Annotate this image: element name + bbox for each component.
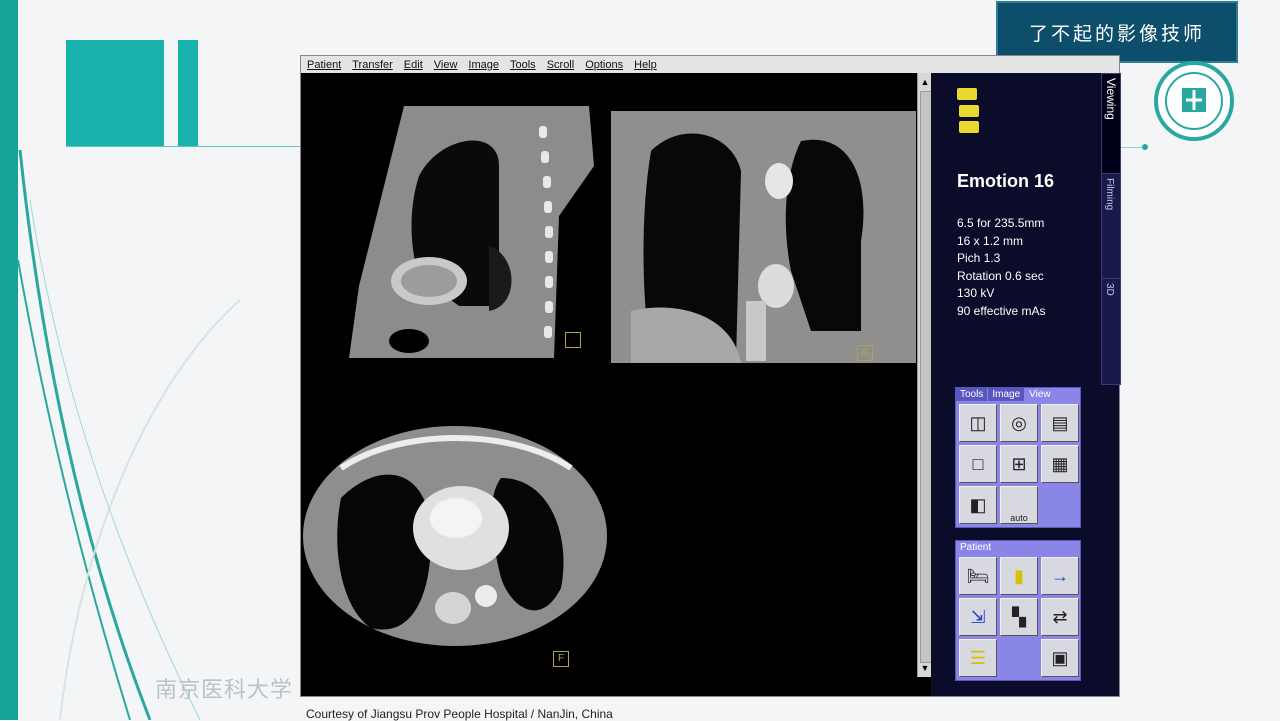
decor-dot-line [1120,147,1144,148]
viewport-coronal[interactable]: A [611,111,916,363]
menu-options[interactable]: Options [585,59,623,71]
list-icon: ☰ [969,647,987,668]
scan-param: 90 effective mAs [957,303,1046,318]
layout-1x1-button[interactable]: □ [959,445,997,483]
viewport-sagittal[interactable] [349,106,594,358]
checkerboard-button[interactable]: ▚ [1000,598,1038,636]
scan-param: 130 kV [957,286,995,301]
layout-1x2-icon: ◧ [969,494,987,515]
tab-filming[interactable]: Filming [1101,173,1121,280]
scroll-top-icon[interactable]: ▲ [919,75,931,89]
decor-square-large [66,40,164,146]
load-images-button[interactable]: ⇲ [959,598,997,636]
scan-parameters: 6.5 for 235.5mm 16 x 1.2 mm Pich 1.3 Rot… [957,215,1046,321]
viewport-orientation-label: A [857,345,873,361]
menu-edit[interactable]: Edit [404,59,423,71]
folder-icon[interactable] [959,105,979,117]
decor-dot [1142,144,1148,150]
tab-viewing[interactable]: Viewing [1101,73,1121,175]
ct-viewer-window: Patient Transfer Edit View Image Tools S… [300,55,1121,697]
scanner-model-title: Emotion 16 [957,171,1055,191]
tab-view[interactable]: View [1025,388,1055,401]
transfer-series-icon: → [1051,565,1069,586]
patient-toolbox: Patient 🛏 ▮ → ⇲ ▚ ⇄ ☰ ▣ [955,540,1081,681]
viewer-scrollbar[interactable]: ▲ ▼ [917,73,932,677]
viewport-axial[interactable]: F [301,418,609,670]
viewport-orientation-label [565,332,581,348]
volume-view-button[interactable]: ▤ [1041,404,1079,442]
patient-series-button[interactable]: ▮ [1000,557,1038,595]
list-button[interactable]: ☰ [959,639,997,677]
film-icon: ▣ [1051,647,1069,668]
image-credit-caption: Courtesy of Jiangsu Prov People Hospital… [306,707,613,721]
decor-curves [17,149,241,720]
layout-3x3-button[interactable]: ▦ [1041,445,1079,483]
scan-param: 16 x 1.2 mm [957,233,1024,248]
menu-tools[interactable]: Tools [510,59,536,71]
auto-layout-button[interactable]: auto [1000,486,1038,524]
layout-1x1-icon: □ [972,453,984,474]
sagittal-ct-image [349,106,594,358]
scroll-down-icon[interactable]: ▼ [919,661,931,675]
decor-square-small [178,40,198,146]
axial-ct-image [303,426,607,646]
layout-2x2-button[interactable]: ⊞ [1000,445,1038,483]
patient-browser-icon: 🛏 [966,565,990,586]
watermark-text: 南京医科大学 [155,677,294,702]
tab-3d[interactable]: 3D [1101,278,1121,385]
viewport-orientation-label: F [553,651,569,667]
load-images-icon: ⇲ [970,606,986,627]
view-toolbox: Tools Image View ◫ ◎ ▤ □ ⊞ ▦ ◧ auto [955,387,1081,528]
menu-view[interactable]: View [434,59,458,71]
scan-param: 6.5 for 235.5mm [957,216,1045,230]
control-panel: Viewing Filming 3D Emotion 16 6.5 for 23… [931,73,1121,696]
folder-icon[interactable] [957,88,977,100]
layout-1x2-button[interactable]: ◧ [959,486,997,524]
brand-banner: 了不起的影像技师 [996,1,1238,63]
folder-icon[interactable] [959,121,979,133]
slice-view-icon: ◎ [1011,412,1027,433]
tab-image[interactable]: Image [988,388,1025,401]
volume-view-icon: ▤ [1051,412,1069,433]
menu-scroll[interactable]: Scroll [547,59,575,71]
compare-patients-icon: ⇄ [1052,606,1068,627]
layout-3x3-icon: ▦ [1051,453,1069,474]
slice-view-button[interactable]: ◎ [1000,404,1038,442]
auto-layout-icon: auto [1010,513,1028,523]
layout-2x2-icon: ⊞ [1011,453,1027,474]
side-tab-strip: Viewing Filming 3D [1101,73,1121,385]
compare-patients-button[interactable]: ⇄ [1041,598,1079,636]
checkerboard-icon: ▚ [1012,606,1026,627]
menu-bar: Patient Transfer Edit View Image Tools S… [301,56,1119,73]
menu-image[interactable]: Image [468,59,499,71]
coronal-ct-image [611,111,916,363]
tab-patient[interactable]: Patient [956,541,996,554]
university-seal-logo [1154,61,1234,141]
menu-transfer[interactable]: Transfer [352,59,393,71]
menu-help[interactable]: Help [634,59,657,71]
scan-param: Rotation 0.6 sec [957,268,1044,283]
film-button[interactable]: ▣ [1041,639,1079,677]
empty-slot [1041,486,1077,522]
menu-patient[interactable]: Patient [307,59,341,71]
image-viewer-area: A F [301,73,917,696]
scan-param: Pich 1.3 [957,251,1001,266]
empty-slot [1000,639,1036,675]
patient-series-icon: ▮ [1014,565,1024,586]
compare-view-button[interactable]: ◫ [959,404,997,442]
tab-tools[interactable]: Tools [956,388,988,401]
compare-view-icon: ◫ [969,412,987,433]
patient-browser-button[interactable]: 🛏 [959,557,997,595]
transfer-series-button[interactable]: → [1041,557,1079,595]
